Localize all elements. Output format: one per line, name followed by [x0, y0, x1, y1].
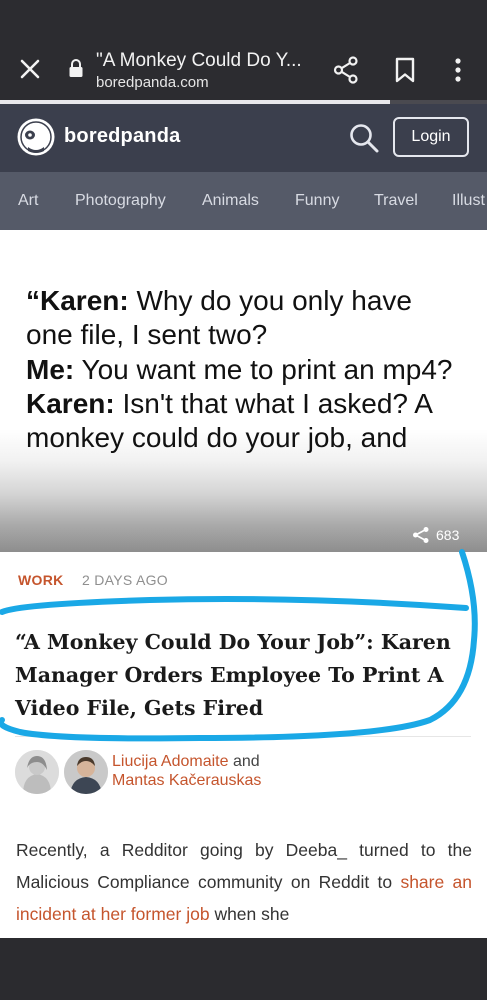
nav-item-photography[interactable]: Photography	[75, 192, 166, 210]
nav-item-travel[interactable]: Travel	[374, 192, 418, 210]
share-count-button[interactable]: 683	[412, 526, 459, 544]
more-options-icon[interactable]	[450, 57, 466, 83]
divider	[15, 736, 471, 737]
avatar-image	[64, 750, 108, 794]
authors-conjunction: and	[228, 753, 260, 770]
nav-item-funny[interactable]: Funny	[295, 192, 339, 210]
share-count: 683	[436, 527, 460, 543]
nav-item-illustration[interactable]: Illust	[452, 192, 485, 210]
article-date: 2 DAYS AGO	[82, 572, 168, 588]
author-avatar[interactable]	[15, 750, 59, 794]
site-logo-text[interactable]: boredpanda	[64, 125, 180, 148]
article-category[interactable]: WORK	[18, 572, 64, 588]
page-domain[interactable]: boredpanda.com	[96, 74, 209, 91]
share-icon	[413, 527, 429, 543]
nav-item-animals[interactable]: Animals	[202, 192, 259, 210]
close-icon[interactable]	[18, 57, 42, 81]
share-icon[interactable]	[333, 56, 359, 84]
article-title: “A Monkey Could Do Your Job”: Karen Mana…	[15, 630, 451, 720]
author-link[interactable]: Mantas Kačerauskas	[112, 772, 261, 789]
hero-quote-text: “Karen: Why do you only have one file, I…	[26, 284, 466, 455]
quote-speaker: Me:	[26, 353, 75, 385]
quote-line: You want me to print an mp4?	[74, 353, 453, 385]
quote-speaker: Karen:	[26, 387, 115, 419]
author-avatar[interactable]	[64, 750, 108, 794]
quote-speaker: “Karen:	[26, 285, 129, 316]
article-body: Recently, a Redditor going by Deeba_ tur…	[16, 834, 472, 930]
bookmark-icon[interactable]	[394, 57, 416, 83]
browser-toolbar: "A Monkey Could Do Y... boredpanda.com	[0, 0, 487, 104]
search-icon[interactable]	[348, 122, 380, 154]
lock-icon	[69, 59, 83, 77]
nav-item-art[interactable]: Art	[18, 192, 38, 210]
login-button[interactable]: Login	[393, 117, 469, 157]
author-link[interactable]: Liucija Adomaite	[112, 753, 229, 770]
panda-logo-icon[interactable]	[16, 117, 56, 157]
bottom-system-bar	[0, 938, 487, 1000]
body-text: when she	[209, 904, 290, 924]
article-authors: Liucija Adomaite and Mantas Kačerauskas	[112, 752, 261, 790]
tab-title[interactable]: "A Monkey Could Do Y...	[96, 50, 306, 72]
avatar-image	[15, 750, 59, 794]
